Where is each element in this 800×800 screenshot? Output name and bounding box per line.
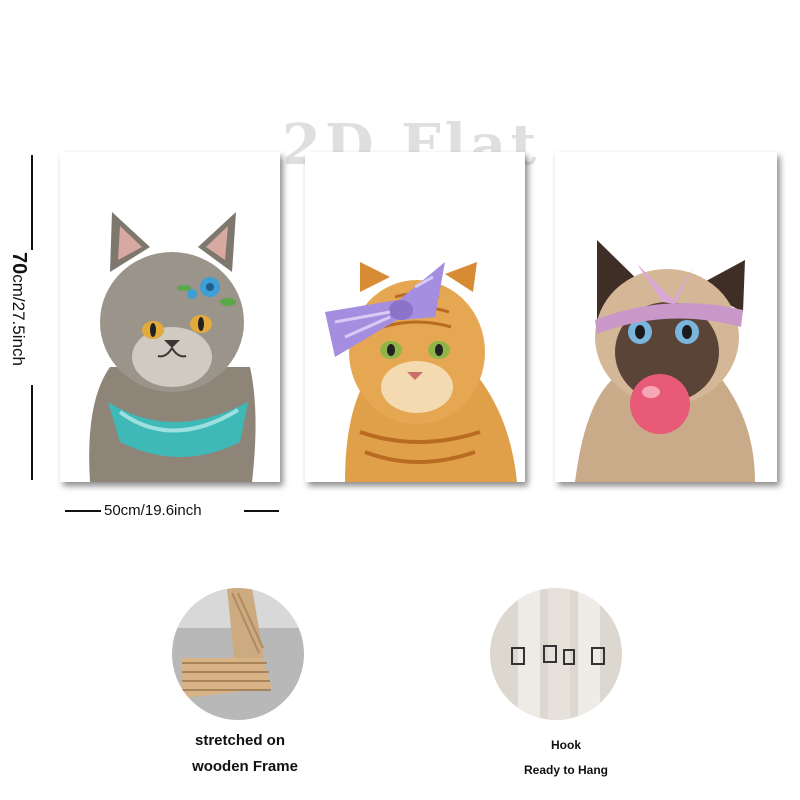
height-dimension-line-bottom xyxy=(31,385,33,480)
width-dimension-line-left xyxy=(65,510,101,512)
art-panel-orange-cat xyxy=(305,152,525,482)
height-value: 70 xyxy=(8,252,30,275)
grey-cat-illustration xyxy=(89,212,256,482)
hook-caption-line1: Hook xyxy=(551,738,581,752)
hook-icon xyxy=(490,588,622,720)
width-dimension-label: 50cm/19.6inch xyxy=(104,502,202,519)
art-panel-siamese-cat xyxy=(555,152,777,482)
width-dimension-line-right xyxy=(244,510,279,512)
frame-caption-line2: wooden Frame xyxy=(192,758,298,775)
frame-caption-line1: stretched on xyxy=(194,732,285,749)
siamese-cat-illustration xyxy=(575,240,755,482)
orange-cat-illustration xyxy=(325,262,517,482)
wooden-frame-icon xyxy=(172,588,304,720)
height-dimension-line-top xyxy=(31,155,33,250)
art-panel-grey-cat xyxy=(60,152,280,482)
hook-caption-line2: Ready to Hang xyxy=(523,763,608,777)
height-unit: cm/27.5inch xyxy=(9,274,28,366)
height-dimension-label: 70cm/27.5inch xyxy=(7,252,30,366)
